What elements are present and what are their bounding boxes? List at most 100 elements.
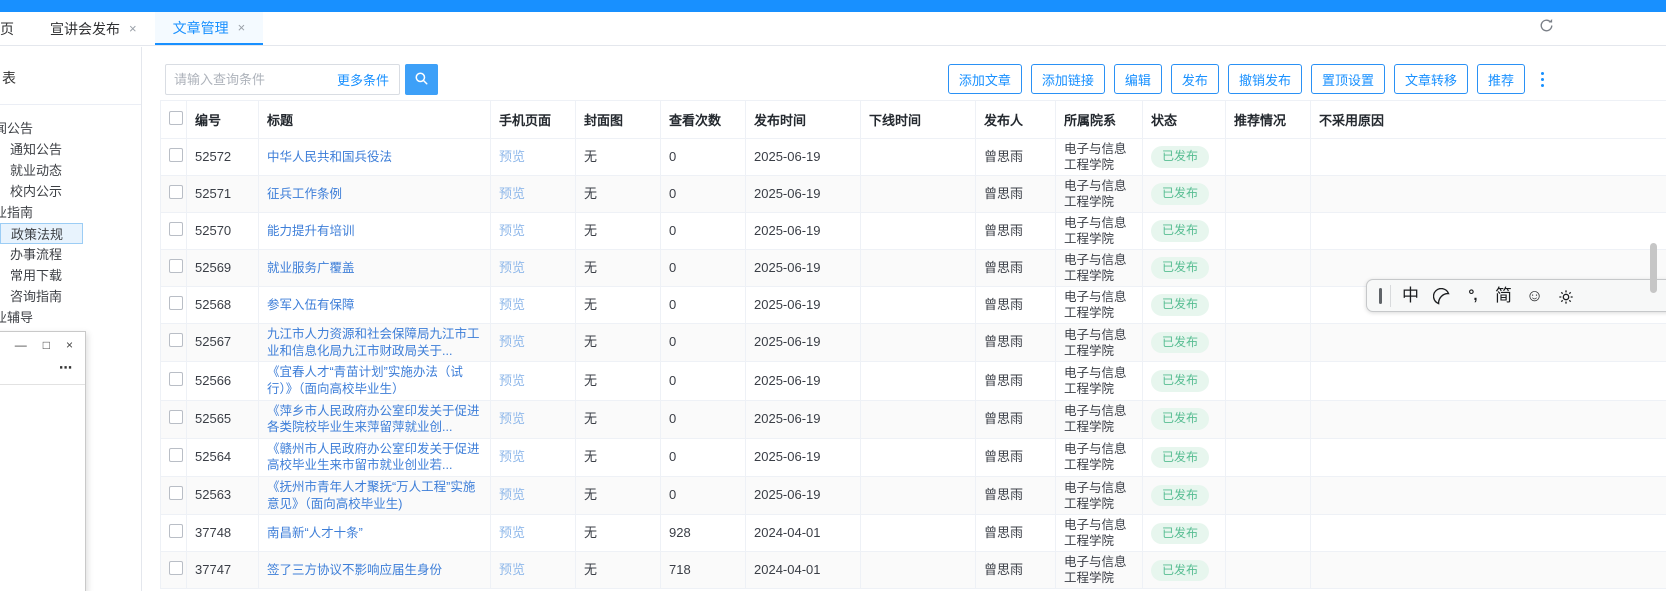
ime-emoji-icon[interactable]: ☺ [1519,280,1550,311]
row-checkbox[interactable] [169,148,183,162]
vertical-scrollbar-thumb[interactable] [1650,243,1657,293]
table-row: 52571 征兵工作条例 预览 无 0 2025-06-19 曾思雨 电子与信息… [161,176,1666,213]
tab[interactable]: 文章管理 × [155,12,264,45]
preview-link[interactable]: 预览 [499,149,525,164]
article-title-link[interactable]: 能力提升有培训 [267,224,355,238]
tab-close-icon[interactable]: × [129,21,137,36]
ime-punctuation-button[interactable]: °, [1457,280,1488,311]
row-checkbox[interactable] [169,296,183,310]
cell-views: 928 [661,515,746,552]
preview-link[interactable]: 预览 [499,562,525,577]
sidebar-item[interactable]: 通知公告 [0,139,141,160]
sidebar-item[interactable]: 业辅导 [0,307,141,328]
cell-department: 电子与信息工程学院 [1056,213,1143,250]
row-select-cell [161,139,187,176]
article-title-link[interactable]: 九江市人力资源和社会保障局九江市工业和信息化局九江市财政局关于... [267,327,480,358]
toolbar-button[interactable]: 添加链接 [1031,64,1105,94]
row-checkbox[interactable] [169,486,183,500]
more-actions-icon[interactable] [1537,68,1548,91]
toolbar-button[interactable]: 推荐 [1477,64,1525,94]
row-checkbox[interactable] [169,222,183,236]
cell-offline-date [861,438,976,476]
sidebar-item[interactable]: 就业动态 [0,160,141,181]
article-title-link[interactable]: 《赣州市人民政府办公室印发关于促进高校毕业生来市留市就业创业若... [267,442,480,473]
preview-link[interactable]: 预览 [499,223,525,238]
ellipsis-menu-icon[interactable]: ⋯ [0,351,85,376]
ime-halfwidth-moon-icon[interactable] [1426,280,1457,311]
ime-chinese-mode-button[interactable]: 中 [1395,280,1426,311]
tab-bar: 页 宣讲会发布 × 文章管理 × [0,12,1666,46]
close-icon[interactable]: × [66,339,73,351]
sidebar-item[interactable]: 咨询指南 [0,286,141,307]
cell-publish-date: 2025-06-19 [746,213,861,250]
sidebar-item[interactable]: 政策法规 [0,223,83,244]
cell-views: 0 [661,287,746,324]
status-badge: 已发布 [1151,332,1209,353]
sidebar-item[interactable]: 办事流程 [0,244,141,265]
cell-id: 52569 [187,250,259,287]
cell-offline-date [861,324,976,362]
cell-cover: 无 [576,324,661,362]
sidebar-item[interactable]: 校内公示 [0,181,141,202]
row-checkbox[interactable] [169,333,183,347]
row-checkbox[interactable] [169,372,183,386]
preview-link[interactable]: 预览 [499,449,525,464]
preview-link[interactable]: 预览 [499,186,525,201]
article-title-link[interactable]: 签了三方协议不影响应届生身份 [267,563,442,577]
preview-link[interactable]: 预览 [499,334,525,349]
minimize-icon[interactable]: — [15,339,27,351]
cell-reject-reason [1311,515,1666,552]
ime-drag-handle[interactable] [1379,288,1382,304]
toolbar-button[interactable]: 添加文章 [948,64,1022,94]
cell-offline-date [861,287,976,324]
sidebar-item[interactable]: 常用下载 [0,265,141,286]
row-select-cell [161,515,187,552]
sidebar-item[interactable]: 业指南 [0,202,141,223]
article-title-link[interactable]: 《抚州市青年人才聚抚“万人工程”实施意见》（面向高校毕业生) [267,480,475,511]
cell-offline-date [861,552,976,589]
row-checkbox[interactable] [169,259,183,273]
cell-publish-date: 2025-06-19 [746,250,861,287]
preview-link[interactable]: 预览 [499,525,525,540]
search-button[interactable] [405,64,438,95]
toolbar-button[interactable]: 置顶设置 [1311,64,1385,94]
article-title-link[interactable]: 《宜春人才“青苗计划”实施办法（试行）》（面向高校毕业生） [267,365,463,396]
article-title-link[interactable]: 中华人民共和国兵役法 [267,150,392,164]
sidebar-item[interactable]: 闻公告 [0,118,141,139]
tab-close-icon[interactable]: × [238,20,246,35]
table-row: 52563 《抚州市青年人才聚抚“万人工程”实施意见》（面向高校毕业生) 预览 … [161,477,1666,515]
tab[interactable]: 页 [0,12,32,45]
row-checkbox[interactable] [169,185,183,199]
column-header: 下线时间 [861,101,976,139]
refresh-icon[interactable] [1538,17,1560,39]
cell-recommend [1226,324,1311,362]
preview-link[interactable]: 预览 [499,487,525,502]
article-title-link[interactable]: 参军入伍有保障 [267,298,355,312]
row-checkbox[interactable] [169,561,183,575]
maximize-icon[interactable]: □ [43,339,50,351]
row-checkbox[interactable] [169,410,183,424]
toolbar-button[interactable]: 文章转移 [1394,64,1468,94]
preview-link[interactable]: 预览 [499,411,525,426]
row-checkbox[interactable] [169,448,183,462]
article-title-link[interactable]: 《萍乡市人民政府办公室印发关于促进各类院校毕业生来萍留萍就业创... [267,404,480,435]
more-filters-link[interactable]: 更多条件 [333,70,399,89]
select-all-checkbox[interactable] [169,111,183,125]
search-input[interactable] [166,72,333,87]
table-row: 52567 九江市人力资源和社会保障局九江市工业和信息化局九江市财政局关于...… [161,324,1666,362]
preview-link[interactable]: 预览 [499,297,525,312]
article-title-link[interactable]: 征兵工作条例 [267,187,342,201]
preview-link[interactable]: 预览 [499,260,525,275]
sidebar-item-label: 办事流程 [10,247,62,262]
article-title-link[interactable]: 就业服务广覆盖 [267,261,355,275]
tab[interactable]: 宣讲会发布 × [32,12,155,45]
ime-simplified-button[interactable]: 简 [1488,280,1519,311]
row-checkbox[interactable] [169,524,183,538]
ime-settings-gear-icon[interactable] [1550,280,1581,311]
toolbar-button[interactable]: 发布 [1171,64,1219,94]
status-badge: 已发布 [1151,523,1209,544]
toolbar-button[interactable]: 编辑 [1114,64,1162,94]
preview-link[interactable]: 预览 [499,373,525,388]
article-title-link[interactable]: 南昌新“人才十条” [267,526,363,540]
toolbar-button[interactable]: 撤销发布 [1228,64,1302,94]
